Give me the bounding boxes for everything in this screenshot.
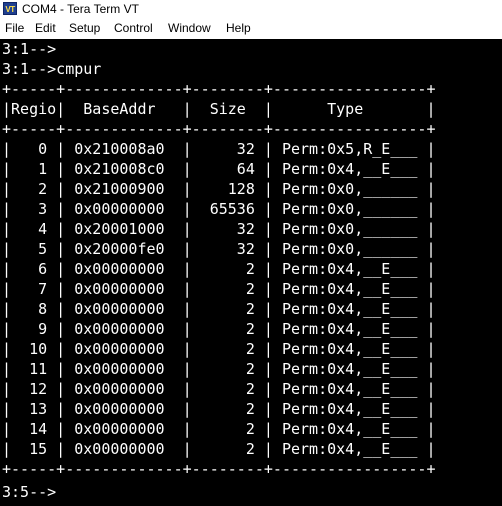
table-row: | 1 | 0x210008c0 | 64 | Perm:0x4,__E___ … [2, 160, 436, 178]
table-row: | 12 | 0x00000000 | 2 | Perm:0x4,__E___ … [2, 380, 436, 398]
terminal-screen[interactable]: 3:1--> 3:1-->cmpur +-----+-------------+… [0, 39, 502, 506]
table-border-bottom: +-----+-------------+--------+----------… [2, 460, 436, 478]
tera-term-vt-icon[interactable]: VT [3, 2, 17, 15]
table-row: | 11 | 0x00000000 | 2 | Perm:0x4,__E___ … [2, 360, 436, 378]
table-row: | 3 | 0x00000000 | 65536 | Perm:0x0,____… [2, 200, 436, 218]
menu-bar: File Edit Setup Control Window Help [0, 19, 502, 39]
table-row: | 0 | 0x210008a0 | 32 | Perm:0x5,R_E___ … [2, 140, 436, 158]
table-row: | 15 | 0x00000000 | 2 | Perm:0x4,__E___ … [2, 440, 436, 458]
table-row: | 13 | 0x00000000 | 2 | Perm:0x4,__E___ … [2, 400, 436, 418]
menu-file[interactable]: File [5, 21, 24, 35]
table-border-top: +-----+-------------+--------+----------… [2, 80, 436, 98]
title-bar[interactable]: VT COM4 - Tera Term VT [0, 0, 502, 19]
table-row: | 4 | 0x20001000 | 32 | Perm:0x0,______ … [2, 220, 436, 238]
menu-setup[interactable]: Setup [69, 21, 100, 35]
table-header-border: +-----+-------------+--------+----------… [2, 120, 436, 138]
menu-help[interactable]: Help [226, 21, 251, 35]
window-title: COM4 - Tera Term VT [22, 2, 139, 16]
tera-term-window: VT COM4 - Tera Term VT File Edit Setup C… [0, 0, 502, 506]
command-line: 3:1-->cmpur [2, 60, 102, 78]
table-row: | 9 | 0x00000000 | 2 | Perm:0x4,__E___ | [2, 320, 436, 338]
menu-window[interactable]: Window [168, 21, 211, 35]
menu-edit[interactable]: Edit [35, 21, 56, 35]
menu-control[interactable]: Control [114, 21, 153, 35]
final-prompt-line: 3:5--> [2, 483, 57, 501]
table-row: | 8 | 0x00000000 | 2 | Perm:0x4,__E___ | [2, 300, 436, 318]
table-row: | 14 | 0x00000000 | 2 | Perm:0x4,__E___ … [2, 420, 436, 438]
table-row: | 2 | 0x21000900 | 128 | Perm:0x0,______… [2, 180, 436, 198]
table-row: | 10 | 0x00000000 | 2 | Perm:0x4,__E___ … [2, 340, 436, 358]
table-row: | 6 | 0x00000000 | 2 | Perm:0x4,__E___ | [2, 260, 436, 278]
table-row: | 7 | 0x00000000 | 2 | Perm:0x4,__E___ | [2, 280, 436, 298]
table-row: | 5 | 0x20000fe0 | 32 | Perm:0x0,______ … [2, 240, 436, 258]
table-header-row: |Regio| BaseAddr | Size | Type | [2, 100, 436, 118]
prompt-line: 3:1--> [2, 40, 57, 58]
